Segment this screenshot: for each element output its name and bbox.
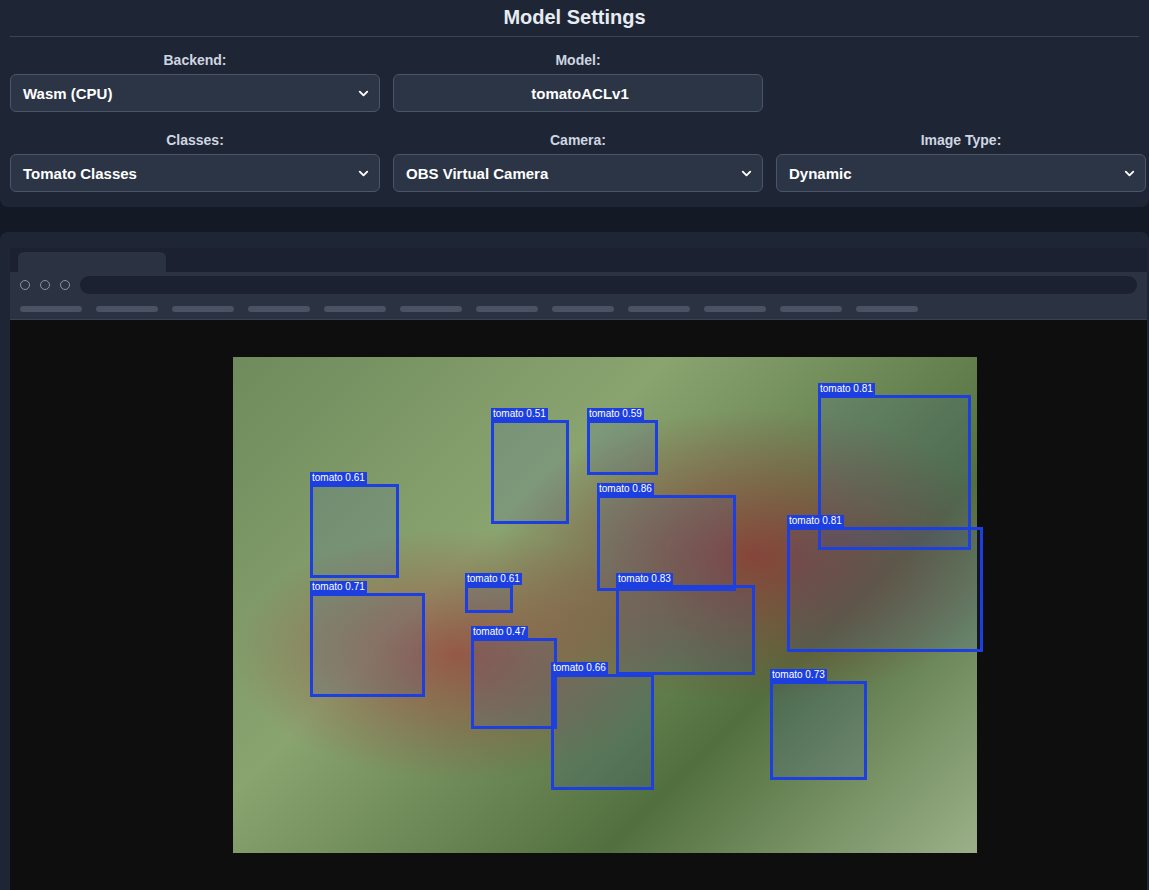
browser-bookmarks [10, 298, 1147, 320]
nav-icon [60, 280, 70, 290]
field-value: Wasm (CPU) [23, 85, 112, 102]
field-label: Backend: [10, 51, 380, 69]
setting-field: Camera: OBS Virtual Camera [393, 131, 763, 192]
detection-label: tomato 0.83 [616, 573, 673, 585]
detection-label: tomato 0.71 [310, 581, 367, 593]
bookmark [400, 306, 462, 312]
bookmark [704, 306, 766, 312]
bookmark [248, 306, 310, 312]
field-value: Tomato Classes [23, 165, 137, 182]
setting-field: Backend: Wasm (CPU) [10, 51, 380, 112]
detection-label: tomato 0.51 [491, 408, 548, 420]
page: Model Settings Backend: Wasm (CPU) Model: to… [0, 0, 1149, 890]
select-box[interactable]: OBS Virtual Camera [393, 154, 763, 192]
detection-label: tomato 0.61 [465, 573, 522, 585]
bookmark [324, 306, 386, 312]
detection-label: tomato 0.47 [471, 626, 528, 638]
browser-address-bar [10, 272, 1147, 298]
detection-label: tomato 0.61 [310, 472, 367, 484]
detection-box [310, 484, 399, 578]
detection-box [616, 585, 755, 675]
detection-label: tomato 0.81 [787, 515, 844, 527]
bookmark [552, 306, 614, 312]
detection-box [770, 681, 867, 780]
bookmark [628, 306, 690, 312]
detection-label: tomato 0.73 [770, 669, 827, 681]
settings-row: Classes: Tomato Classes Camera: OBS Virtual… [10, 131, 1146, 192]
bookmark [96, 306, 158, 312]
setting-field: Classes: Tomato Classes [10, 131, 380, 192]
field-label: Classes: [10, 131, 380, 149]
video-panel: tomato 0.51 tomato 0.59 tomato 0.81 tomato … [0, 232, 1149, 890]
field-label: Camera: [393, 131, 763, 149]
detection-box [551, 674, 654, 790]
chevron-down-icon [356, 166, 371, 181]
bookmark [172, 306, 234, 312]
browser-tab-bar [10, 248, 1147, 272]
model-input[interactable]: tomatoACLv1 [393, 74, 763, 112]
bookmark [476, 306, 538, 312]
select-box[interactable]: Dynamic [776, 154, 1146, 192]
chevron-down-icon [356, 86, 371, 101]
url-field [80, 276, 1137, 294]
detection-box [310, 593, 425, 697]
chevron-down-icon [739, 166, 754, 181]
settings-grid: Backend: Wasm (CPU) Model: tomatoACLv1 Class… [0, 37, 1149, 192]
setting-field: Model: tomatoACLv1 [393, 51, 763, 112]
settings-panel: Model Settings Backend: Wasm (CPU) Model: to… [0, 0, 1149, 207]
chevron-down-icon [1122, 166, 1137, 181]
select-box[interactable]: Wasm (CPU) [10, 74, 380, 112]
select-box[interactable]: Tomato Classes [10, 154, 380, 192]
field-value: OBS Virtual Camera [406, 165, 548, 182]
nav-icon [20, 280, 30, 290]
field-label: Image Type: [776, 131, 1146, 149]
detection-box [491, 420, 569, 524]
field-label: Model: [393, 51, 763, 69]
detection-label: tomato 0.66 [551, 662, 608, 674]
nav-icon [40, 280, 50, 290]
panel-title: Model Settings [10, 0, 1139, 37]
bookmark [20, 306, 82, 312]
setting-field: Image Type: Dynamic [776, 131, 1146, 192]
field-value: Dynamic [789, 165, 852, 182]
detection-label: tomato 0.59 [587, 408, 644, 420]
settings-row: Backend: Wasm (CPU) Model: tomatoACLv1 [10, 51, 1146, 112]
detection-label: tomato 0.81 [818, 383, 875, 395]
browser-tab [18, 252, 166, 272]
frame-content: tomato 0.51 tomato 0.59 tomato 0.81 tomato … [10, 320, 1147, 890]
bookmark [780, 306, 842, 312]
detection-box [471, 638, 557, 729]
detection-box [587, 420, 658, 475]
video-frame: tomato 0.51 tomato 0.59 tomato 0.81 tomato … [10, 248, 1147, 890]
camera-image: tomato 0.51 tomato 0.59 tomato 0.81 tomato … [233, 357, 977, 853]
detection-box [465, 585, 513, 613]
detection-label: tomato 0.86 [597, 483, 654, 495]
detection-box [787, 527, 983, 652]
field-value: tomatoACLv1 [531, 85, 629, 102]
bookmark [856, 306, 918, 312]
